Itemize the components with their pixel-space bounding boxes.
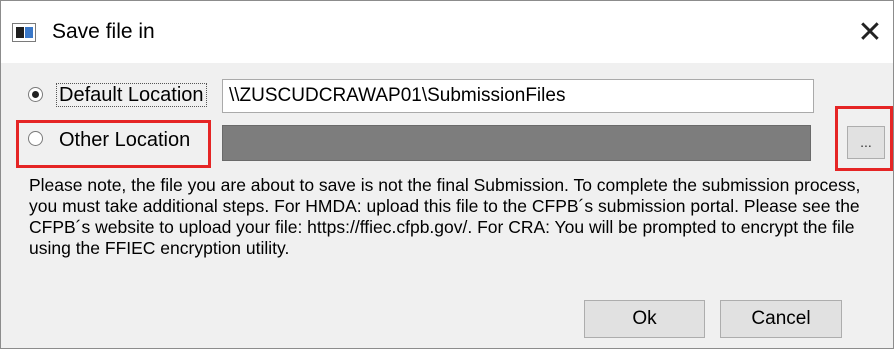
app-window-icon	[12, 23, 36, 42]
ok-button[interactable]: Ok	[584, 300, 705, 338]
other-location-highlight	[16, 120, 211, 168]
default-location-label[interactable]: Default Location	[56, 82, 207, 108]
title-bar[interactable]: Save file in ✕	[1, 1, 893, 63]
dialog-title: Save file in	[52, 20, 155, 43]
close-icon[interactable]: ✕	[847, 11, 893, 55]
save-file-dialog: Save file in ✕ Default Location \\ZUSCUD…	[0, 0, 894, 349]
submission-note: Please note, the file you are about to s…	[29, 175, 861, 258]
other-path-field	[222, 125, 811, 161]
default-location-text: Default Location	[56, 83, 207, 107]
default-path-field[interactable]: \\ZUSCUDCRAWAP01\SubmissionFiles	[222, 79, 814, 113]
browse-button-highlight	[835, 106, 893, 171]
cancel-button[interactable]: Cancel	[720, 300, 842, 338]
default-location-radio[interactable]	[28, 87, 43, 102]
